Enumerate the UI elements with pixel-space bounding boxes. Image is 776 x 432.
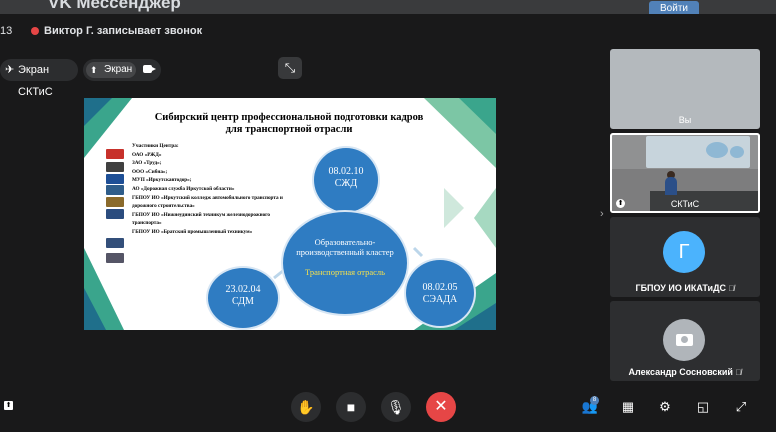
rzd-logo xyxy=(106,149,124,159)
members-line: дорожного строительства» xyxy=(132,203,195,210)
circle-cluster: Образовательно-производственный кластер … xyxy=(283,212,407,314)
call-toolbar: ⬆ ✋ ■ 🎙 ✕ 👥 8 ▦ ⚙ ◱ ⤢ xyxy=(0,382,776,432)
circle-seada: 08.02.05 СЭАДА xyxy=(406,260,474,326)
app-header: VK Мессенджер Войти xyxy=(0,0,776,14)
trud-logo xyxy=(106,162,124,172)
fullscreen-button[interactable]: ⤢ xyxy=(732,398,750,416)
recording-status: Виктор Г. записывает звонок xyxy=(44,25,203,37)
members-line: ГБПОУ ИО «Иркутский колледж автомобильно… xyxy=(132,194,283,201)
video-person xyxy=(665,177,677,195)
circle-code: 08.02.05 xyxy=(422,282,458,293)
close-icon: ✕ xyxy=(434,398,448,415)
screen-view-label: Экран xyxy=(104,64,133,75)
screen-share-icon: ⬆ xyxy=(90,65,98,75)
grid-icon: ▦ xyxy=(621,399,635,414)
pinned-screen-label: Экран СКТиС xyxy=(18,64,53,98)
participant-tile-self[interactable]: Вы xyxy=(610,49,760,129)
participant-name-row: ГБПОУ ИО ИКАТиДС 🎙̸ xyxy=(610,283,760,293)
members-line: ГБПОУ ИО «Нижнеудинский техникум железно… xyxy=(132,211,270,218)
shared-screen-slide: Сибирский центр профессиональной подгото… xyxy=(84,98,496,330)
raise-hand-button[interactable]: ✋ xyxy=(291,392,321,422)
members-list: Участники Центра: ОАО «РЖД» ЗАО «Труд»; … xyxy=(132,142,322,237)
sibna-logo xyxy=(106,174,124,184)
pinned-screen-button[interactable]: ✈ Экран СКТиС xyxy=(0,59,78,98)
cluster-highlight: Транспортная отрасль xyxy=(304,267,386,277)
chevron-right-icon[interactable]: › xyxy=(600,208,604,220)
screen-view-button[interactable]: ⬆ Экран xyxy=(86,62,136,78)
circle-abbr: СЖД xyxy=(334,178,358,189)
circle-code: 23.02.04 xyxy=(225,284,261,295)
members-line: Участники Центра: xyxy=(132,143,179,149)
participant-count: 13 xyxy=(0,25,13,37)
circle-code: 08.02.10 xyxy=(328,166,364,177)
grid-view-button[interactable]: ▦ xyxy=(619,398,637,416)
participant-name-row: Александр Сосновский 🎙̸ xyxy=(610,367,760,377)
end-call-button[interactable]: ✕ xyxy=(426,392,456,422)
members-line: АО «Дорожная служба Иркутской области» xyxy=(132,185,235,192)
login-button[interactable]: Войти xyxy=(649,1,699,14)
cluster-text: Образовательно-производственный кластер xyxy=(296,237,394,257)
circle-szhd: 08.02.10 СЖД xyxy=(314,148,378,212)
participant-tile-sosnovsky[interactable]: Александр Сосновский 🎙̸ xyxy=(610,301,760,381)
members-line: МУП «Иркутскавтодор»; xyxy=(132,177,192,184)
participant-tile-sktis[interactable]: ⬆ СКТиС xyxy=(610,133,760,213)
members-line: ЗАО «Труд»; xyxy=(132,160,162,167)
participant-tile-ikatids[interactable]: Г ГБПОУ ИО ИКАТиДС 🎙̸ xyxy=(610,217,760,297)
microphone-button[interactable]: 🎙 xyxy=(381,392,411,422)
circle-sdm: 23.02.04 СДМ xyxy=(208,268,278,328)
settings-button[interactable]: ⚙ xyxy=(656,398,674,416)
nizhneudinsk-logo xyxy=(106,238,124,248)
recording-dot-icon xyxy=(31,27,39,35)
mic-off-icon: 🎙̸ xyxy=(735,368,742,377)
circle-abbr: СЭАДА xyxy=(422,294,458,305)
hand-icon: ✋ xyxy=(297,399,315,415)
pin-icon: ✈ xyxy=(5,64,15,76)
participant-name: ГБПОУ ИО ИКАТиДС xyxy=(635,283,726,293)
gear-icon: ⚙ xyxy=(659,399,671,414)
collapse-icon: ⤡ xyxy=(284,60,296,75)
camera-lens xyxy=(681,336,688,343)
participants-badge: 8 xyxy=(590,396,599,405)
participant-name: Вы xyxy=(678,115,692,125)
picture-in-picture-icon: ◱ xyxy=(696,399,710,414)
exit-fullscreen-button[interactable]: ⤡ xyxy=(278,57,302,79)
microphone-icon: 🎙 xyxy=(387,399,405,415)
avatar xyxy=(663,319,705,361)
camera-view-icon[interactable] xyxy=(143,65,156,73)
participant-name: СКТиС xyxy=(670,199,700,209)
circle-abbr: СДМ xyxy=(232,296,254,307)
camera-button[interactable]: ■ xyxy=(336,392,366,422)
avtodor-logo xyxy=(106,185,124,195)
members-line: ОАО «РЖД» xyxy=(132,151,162,158)
avatar: Г xyxy=(663,231,705,273)
road-service-logo xyxy=(106,197,124,207)
mic-off-icon: 🎙̸ xyxy=(728,284,735,293)
video-projector-screen xyxy=(646,136,750,168)
app-title: VK Мессенджер xyxy=(48,0,181,12)
members-line: транспорта» xyxy=(132,220,162,227)
bratsk-logo xyxy=(106,253,124,263)
participant-name: Александр Сосновский xyxy=(628,367,733,377)
fullscreen-icon: ⤢ xyxy=(735,399,747,414)
camera-icon: ■ xyxy=(346,399,356,415)
members-line: ООО «Сибна»; xyxy=(132,168,168,175)
ikatids-logo xyxy=(106,209,124,219)
share-screen-icon[interactable]: ⬆ xyxy=(4,401,13,410)
pip-button[interactable]: ◱ xyxy=(694,398,712,416)
avatar-initial: Г xyxy=(678,241,690,263)
video-blob xyxy=(706,142,728,158)
slide-title: Сибирский центр профессиональной подгото… xyxy=(154,112,424,135)
view-switcher: ⬆ Экран xyxy=(83,59,161,81)
video-blob xyxy=(730,146,744,158)
